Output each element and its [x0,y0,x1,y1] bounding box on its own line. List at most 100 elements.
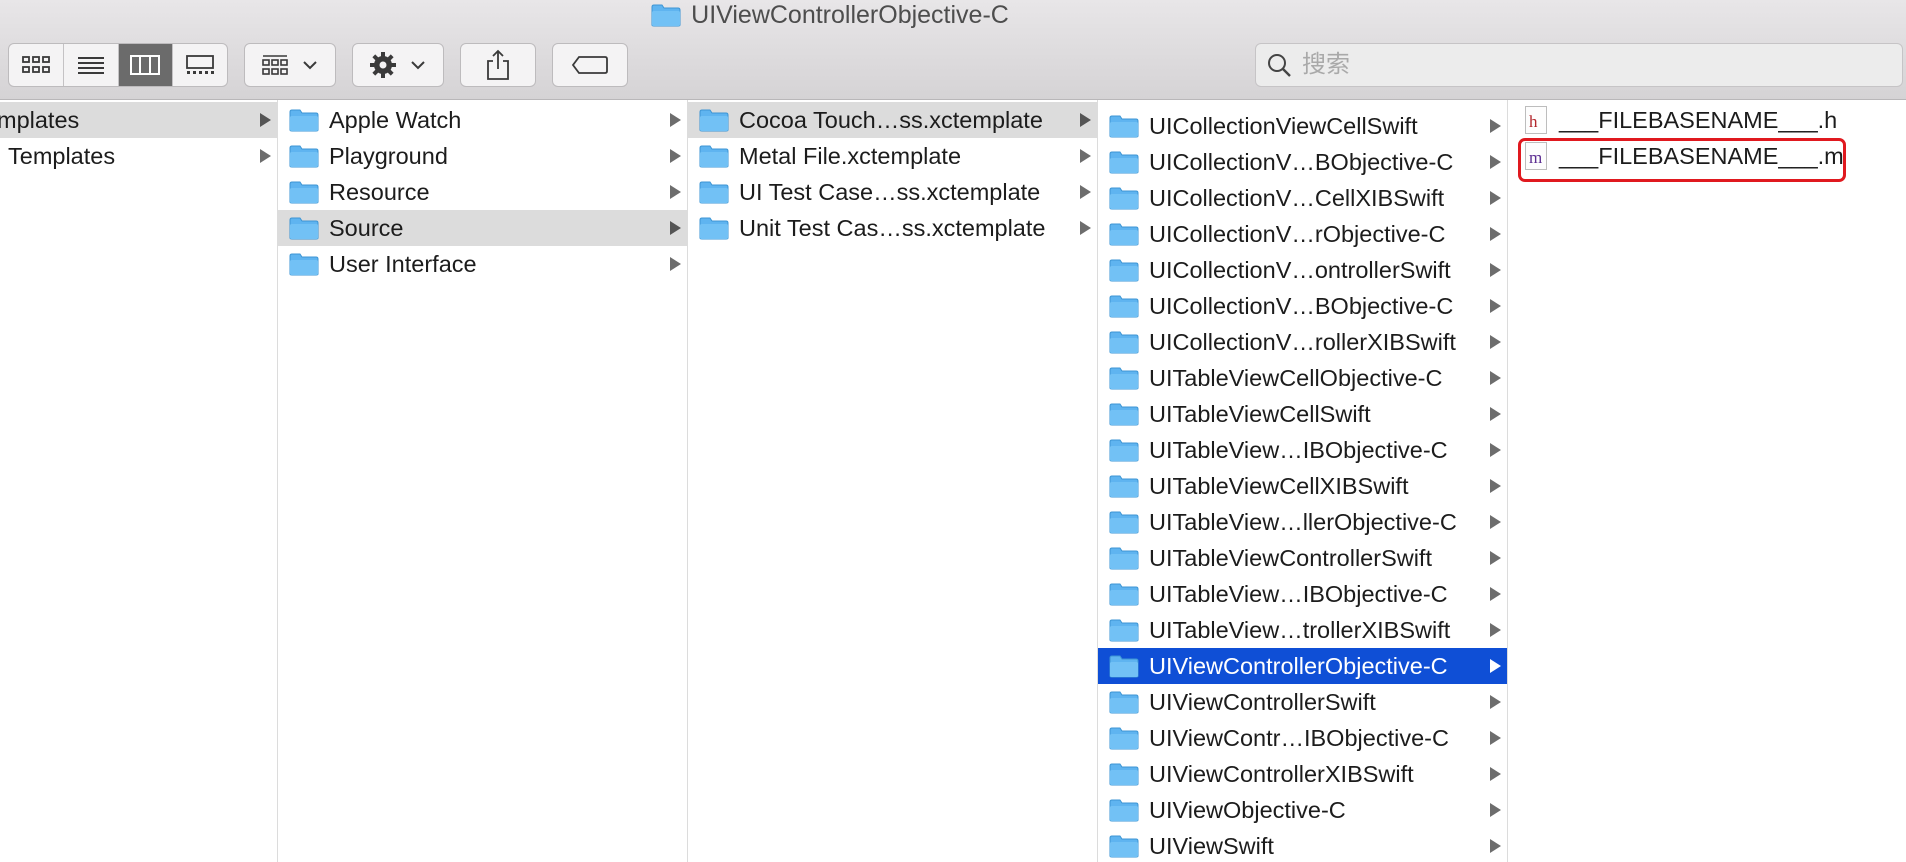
search-icon [1268,54,1291,77]
disclosure-arrow-icon [1490,515,1501,529]
list-item[interactable]: UIViewContr…IBObjective-C [1098,720,1507,756]
list-item[interactable]: Templates [0,138,277,174]
disclosure-arrow-icon [1490,731,1501,745]
folder-icon [1109,511,1139,534]
folder-icon [1109,799,1139,822]
list-item[interactable]: UITableView…IBObjective-C [1098,576,1507,612]
browser-column-2[interactable]: Apple Watch Playground Resource Source U… [278,100,688,862]
disclosure-arrow-icon [670,221,681,235]
tag-button[interactable] [552,43,628,87]
browser-column-5[interactable]: h ___FILEBASENAME___.h m ___FILEBASENAME… [1508,100,1906,862]
browser-column-3[interactable]: Cocoa Touch…ss.xctemplate Metal File.xct… [688,100,1098,862]
item-label: UITableView…trollerXIBSwift [1149,616,1451,643]
list-item[interactable]: Metal File.xctemplate [688,138,1097,174]
disclosure-arrow-icon [1490,551,1501,565]
list-item[interactable]: Resource [278,174,687,210]
list-item[interactable]: UITableViewCellObjective-C [1098,360,1507,396]
list-item[interactable]: UICollectionV…ontrollerSwift [1098,252,1507,288]
item-label: UICollectionV…BObjective-C [1149,292,1454,319]
list-view-button[interactable] [64,44,119,86]
item-label: Apple Watch [329,106,462,133]
disclosure-arrow-icon [670,257,681,271]
list-item[interactable]: UIViewControllerXIBSwift [1098,756,1507,792]
file-name: ___FILEBASENAME___.h [1559,106,1838,133]
item-label: UICollectionV…BObjective-C [1149,148,1454,175]
list-item[interactable]: mplates [0,102,277,138]
gallery-view-icon [186,55,215,74]
disclosure-arrow-icon [1490,623,1501,637]
item-label: Metal File.xctemplate [739,142,962,169]
disclosure-arrow-icon [1080,221,1091,235]
disclosure-arrow-icon [1490,695,1501,709]
share-button[interactable] [460,43,536,87]
disclosure-arrow-icon [1490,587,1501,601]
header-file-icon: h [1525,106,1547,134]
icon-view-button[interactable] [9,44,64,86]
gallery-view-button[interactable] [173,44,227,86]
folder-icon [651,4,681,27]
browser-column-4[interactable]: UICollectionViewCellSwift UICollectionV…B… [1098,100,1508,862]
item-label: Templates [8,142,116,169]
list-item[interactable]: User Interface [278,246,687,282]
folder-icon [1109,223,1139,246]
list-item[interactable]: UIViewObjective-C [1098,792,1507,828]
folder-icon [1109,259,1139,282]
list-item[interactable]: UICollectionV…rObjective-C [1098,216,1507,252]
folder-icon [1109,403,1139,426]
list-item[interactable]: Unit Test Cas…ss.xctemplate [688,210,1097,246]
view-mode-control[interactable] [8,43,228,87]
item-label: UITableViewCellSwift [1149,400,1371,427]
disclosure-arrow-icon [1080,185,1091,199]
search-input[interactable] [1300,50,1864,80]
list-item[interactable]: UICollectionV…rollerXIBSwift [1098,324,1507,360]
item-label: UIViewControllerSwift [1149,688,1376,715]
item-label: UIViewObjective-C [1149,796,1346,823]
folder-icon [1109,835,1139,858]
list-item[interactable]: UITableView…trollerXIBSwift [1098,612,1507,648]
search-field[interactable] [1255,43,1903,87]
chevron-down-icon [303,61,317,70]
item-label: mplates [0,106,80,133]
list-item[interactable]: UICollectionV…CellXIBSwift [1098,180,1507,216]
list-item[interactable]: Playground [278,138,687,174]
item-label: UITableViewControllerSwift [1149,544,1432,571]
folder-icon [1109,187,1139,210]
folder-icon [1109,151,1139,174]
list-item[interactable]: Apple Watch [278,102,687,138]
toolbar: UIViewControllerObjective-C [0,0,1906,100]
list-item[interactable]: UITableView…llerObjective-C [1098,504,1507,540]
folder-icon [289,145,319,168]
item-label: UICollectionV…rollerXIBSwift [1149,328,1456,355]
list-item[interactable]: UI Test Case…ss.xctemplate [688,174,1097,210]
column-view-button[interactable] [118,44,174,86]
file-item-header[interactable]: h ___FILEBASENAME___.h [1508,102,1906,138]
disclosure-arrow-icon [1490,767,1501,781]
list-item[interactable]: Source [278,210,687,246]
list-item[interactable]: UICollectionV…BObjective-C [1098,144,1507,180]
list-item[interactable]: Cocoa Touch…ss.xctemplate [688,102,1097,138]
list-item[interactable]: UIViewSwift [1098,828,1507,862]
list-item[interactable]: UITableView…IBObjective-C [1098,432,1507,468]
browser-column-1[interactable]: mplates Templates [0,100,278,862]
disclosure-arrow-icon [1490,119,1501,133]
folder-icon [699,217,729,240]
list-item[interactable]: UICollectionViewCellSwift [1098,108,1507,144]
disclosure-arrow-icon [670,185,681,199]
list-item[interactable]: UIViewControllerSwift [1098,684,1507,720]
list-item[interactable]: UITableViewCellSwift [1098,396,1507,432]
folder-icon [1109,295,1139,318]
folder-icon [699,109,729,132]
list-item[interactable]: UICollectionV…BObjective-C [1098,288,1507,324]
group-by-button[interactable] [244,43,336,87]
folder-icon [289,253,319,276]
group-grid-icon [262,55,288,75]
list-item[interactable]: UITableViewCellXIBSwift [1098,468,1507,504]
list-item[interactable]: UITableViewControllerSwift [1098,540,1507,576]
action-button[interactable] [352,43,444,87]
folder-icon [1109,115,1139,138]
list-item[interactable]: UIViewControllerObjective-C [1098,648,1507,684]
item-label: UITableViewCellXIBSwift [1149,472,1409,499]
folder-icon [1109,331,1139,354]
item-label: UITableView…llerObjective-C [1149,508,1457,535]
item-label: UICollectionV…ontrollerSwift [1149,256,1451,283]
